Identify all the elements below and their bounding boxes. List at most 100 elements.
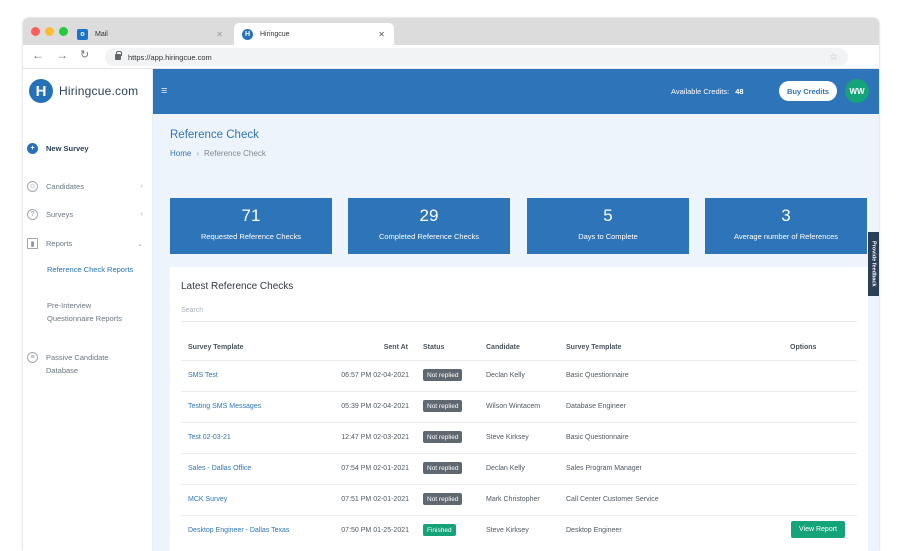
users-icon: ☺ <box>27 181 38 192</box>
bookmark-star-icon[interactable]: ☆ <box>829 52 838 63</box>
candidate-name: Steve Kirksey <box>486 434 529 441</box>
breadcrumb: Home › Reference Check <box>170 149 266 158</box>
browser-tab-mail[interactable]: o Mail ✕ <box>77 23 231 45</box>
stat-value: 5 <box>603 206 613 225</box>
stat-value: 71 <box>241 206 261 225</box>
column-header-status[interactable]: Status <box>423 344 444 351</box>
credits-value: 48 <box>735 87 744 96</box>
sidebar-item-passive-candidate-database[interactable]: ≡ Passive Candidate Database <box>27 352 147 377</box>
status-badge: Not replied <box>423 493 463 505</box>
column-header-options: Options <box>790 344 817 351</box>
status-badge: Not replied <box>423 462 463 474</box>
minimize-window-button[interactable] <box>45 27 54 36</box>
address-bar-row: ← → ↻ https://app.hiringcue.com ☆ <box>23 45 879 69</box>
stat-value: 3 <box>781 206 791 225</box>
main-content: Reference Check Home › Reference Check 71 … <box>153 114 879 551</box>
survey-template-link[interactable]: SMS Test <box>188 372 218 379</box>
buy-credits-button[interactable]: Buy Credits <box>779 81 837 101</box>
close-icon[interactable]: ✕ <box>216 30 223 39</box>
survey-template-name: Desktop Engineer <box>566 527 622 534</box>
sidebar-item-label: Reports <box>46 239 73 248</box>
column-header-survey-template[interactable]: Survey Template <box>188 344 244 351</box>
status-badge: Finished <box>423 524 456 536</box>
url-text: https://app.hiringcue.com <box>128 52 212 62</box>
chevron-left-icon: ‹ <box>140 183 143 190</box>
stat-card-days: 5 Days to Complete <box>527 198 689 254</box>
stat-label: Requested Reference Checks <box>200 232 302 241</box>
reload-icon[interactable]: ↻ <box>80 48 89 61</box>
survey-template-link[interactable]: Test 02-03-21 <box>188 434 231 441</box>
sidebar-subitem-reference-check-reports[interactable]: Reference Check Reports <box>47 263 137 276</box>
browser-tab-hiringcue[interactable]: H Hiringcue ✕ <box>234 23 394 45</box>
window-controls <box>31 27 68 36</box>
stat-card-completed: 29 Completed Reference Checks <box>348 198 510 254</box>
close-window-button[interactable] <box>31 27 40 36</box>
stat-label: Days to Complete <box>578 232 638 241</box>
status-badge: Not replied <box>423 431 463 443</box>
plus-circle-icon: + <box>27 143 38 154</box>
candidate-name: Wilson Wintacem <box>486 403 541 410</box>
column-header-candidate[interactable]: Candidate <box>486 344 520 351</box>
survey-template-link[interactable]: MCK Survey <box>188 496 227 503</box>
browser-tab-bar: o Mail ✕ H Hiringcue ✕ <box>23 18 879 45</box>
search-input[interactable]: Search <box>181 307 857 322</box>
status-badge: Not replied <box>423 400 463 412</box>
table-row: Sales - Dallas Office 07:54 PM 02-01-202… <box>181 453 857 484</box>
close-icon[interactable]: ✕ <box>378 30 385 39</box>
bar-chart-icon: ▮ <box>27 238 38 249</box>
breadcrumb-current: Reference Check <box>204 149 266 158</box>
table-row: MCK Survey 07:51 PM 02-01-2021 Not repli… <box>181 484 857 515</box>
maximize-window-button[interactable] <box>59 27 68 36</box>
outlook-icon: o <box>77 28 88 40</box>
sidebar-item-label: Passive Candidate Database <box>46 353 109 375</box>
breadcrumb-home-link[interactable]: Home <box>170 149 191 158</box>
provide-feedback-tab[interactable]: Provide feedback <box>868 232 879 296</box>
question-circle-icon: ? <box>27 209 38 220</box>
stat-label: Average number of References <box>733 232 839 241</box>
survey-template-name: Basic Questionnaire <box>566 372 629 379</box>
stat-value: 29 <box>419 206 439 225</box>
column-header-sent-at[interactable]: Sent At <box>322 344 408 351</box>
url-field[interactable]: https://app.hiringcue.com ☆ <box>105 48 848 66</box>
view-report-button[interactable]: View Report <box>791 521 845 538</box>
sent-at: 05:39 PM 02-04-2021 <box>341 403 409 410</box>
back-icon[interactable]: ← <box>32 48 44 62</box>
avatar[interactable]: WW <box>845 79 869 103</box>
sent-at: 07:54 PM 02-01-2021 <box>341 465 409 472</box>
candidate-name: Declan Kelly <box>486 465 525 472</box>
table-row: Desktop Engineer - Dallas Texas 07:50 PM… <box>181 515 857 546</box>
chevron-down-icon: ⌄ <box>137 240 143 248</box>
brand-name: Hiringcue.com <box>59 84 139 98</box>
latest-reference-checks-card: Latest Reference Checks Search Survey Te… <box>170 267 868 551</box>
survey-template-name: Basic Questionnaire <box>566 434 629 441</box>
brand-logo[interactable]: H Hiringcue.com <box>29 79 138 103</box>
brand-logo-icon: H <box>29 79 53 103</box>
page-title: Reference Check <box>170 129 259 141</box>
sidebar-item-label: Candidates <box>46 182 84 191</box>
candidate-name: Declan Kelly <box>486 372 525 379</box>
stat-card-average-references: 3 Average number of References <box>705 198 867 254</box>
sidebar-item-new-survey[interactable]: + New Survey <box>27 143 147 154</box>
survey-template-link[interactable]: Desktop Engineer - Dallas Texas <box>188 527 289 534</box>
survey-template-name: Call Center Customer Service <box>566 496 659 503</box>
chevron-right-icon: › <box>196 149 200 158</box>
menu-icon[interactable]: ≡ <box>161 85 167 97</box>
sent-at: 07:50 PM 01-25-2021 <box>341 527 409 534</box>
layers-icon: ≡ <box>27 352 38 363</box>
forward-icon[interactable]: → <box>56 48 68 62</box>
sidebar-item-candidates[interactable]: ☺ Candidates ‹ <box>27 181 147 192</box>
sidebar-item-surveys[interactable]: ? Surveys ‹ <box>27 209 147 220</box>
sidebar-item-reports[interactable]: ▮ Reports ⌄ <box>27 238 147 249</box>
survey-template-link[interactable]: Sales - Dallas Office <box>188 465 251 472</box>
column-header-survey-template-2[interactable]: Survey Template <box>566 344 622 351</box>
hiringcue-favicon-icon: H <box>242 28 253 40</box>
top-header: ≡ Available Credits: 48 Buy Credits WW <box>153 69 879 114</box>
status-badge: Not replied <box>423 369 463 381</box>
chevron-left-icon: ‹ <box>140 211 143 218</box>
card-title: Latest Reference Checks <box>181 281 294 292</box>
stat-label: Completed Reference Checks <box>378 232 480 241</box>
survey-template-link[interactable]: Testing SMS Messages <box>188 403 261 410</box>
sidebar-subitem-pre-interview-reports[interactable]: Pre-Interview Questionnaire Reports <box>47 299 137 325</box>
sent-at: 07:51 PM 02-01-2021 <box>341 496 409 503</box>
tab-label: Hiringcue <box>260 30 290 38</box>
